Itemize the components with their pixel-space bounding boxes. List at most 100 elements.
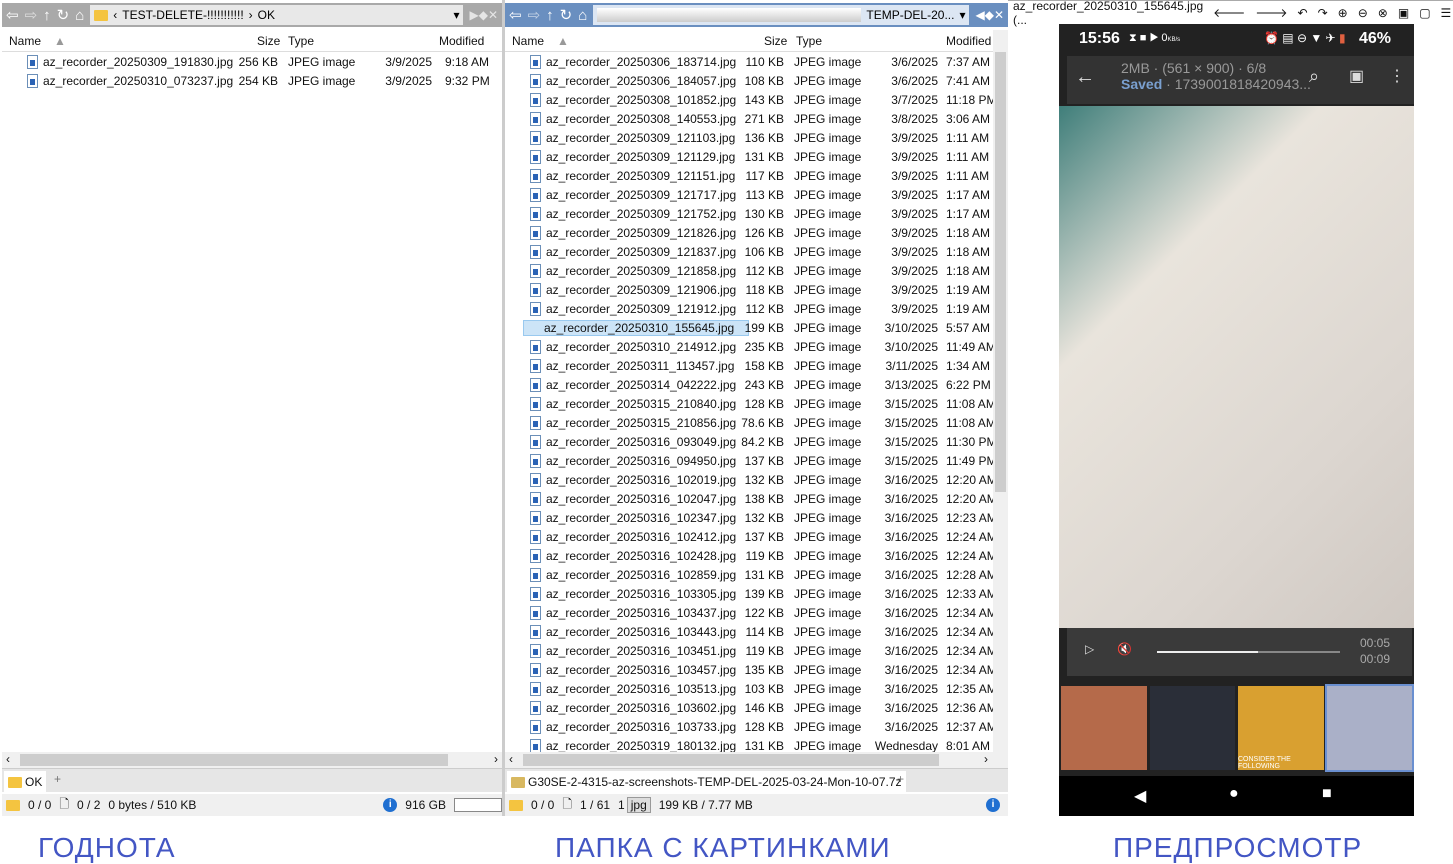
file-size: 143 KB [744, 93, 784, 107]
file-row[interactable]: az_recorder_20250316_102428.jpg 119 KB JPE… [505, 547, 993, 566]
file-row[interactable]: az_recorder_20250309_121151.jpg 117 KB JPE… [505, 167, 993, 186]
back-icon[interactable]: ⇦ [509, 6, 522, 24]
file-row[interactable]: az_recorder_20250310_214912.jpg 235 KB JPE… [505, 338, 993, 357]
file-row[interactable]: az_recorder_20250316_103733.jpg 128 KB JPE… [505, 718, 993, 737]
panel-controls-icon[interactable]: ◀◆✕ [975, 8, 1008, 22]
up-icon[interactable]: ↑ [546, 7, 554, 24]
tab-ok[interactable]: OK [4, 771, 47, 793]
file-row[interactable]: az_recorder_20250315_210840.jpg 128 KB JPE… [505, 395, 993, 414]
column-size[interactable]: Size [257, 34, 280, 48]
file-row[interactable]: az_recorder_20250306_183714.jpg 110 KB JPE… [505, 53, 993, 72]
fullscreen-icon[interactable]: ▢ [1419, 6, 1430, 20]
home-icon[interactable]: ⌂ [578, 7, 587, 24]
rotate-right-icon[interactable]: ↷ [1318, 6, 1328, 20]
right-address-field[interactable]: TEMP-DEL-20... ▾ [593, 5, 970, 25]
file-row[interactable]: az_recorder_20250316_102019.jpg 132 KB JPE… [505, 471, 993, 490]
dropdown-icon[interactable]: ▾ [453, 8, 459, 22]
left-tab-bar: OK + [2, 768, 502, 793]
prev-icon[interactable]: 🡐 [1213, 5, 1245, 20]
left-address-field[interactable]: ‹ TEST-DELETE-!!!!!!!!!!! › OK ▾ [90, 5, 464, 25]
jpeg-file-icon [530, 93, 541, 107]
menu-icon[interactable]: ☰ [1441, 6, 1452, 20]
forward-icon[interactable]: ⇨ [528, 6, 541, 24]
file-row[interactable]: az_recorder_20250309_191830.jpg 256 KB JPE… [2, 53, 502, 72]
file-row[interactable]: az_recorder_20250319_180132.jpg 131 KB JPE… [505, 737, 993, 752]
jpeg-file-icon [530, 739, 541, 752]
file-size: 131 KB [744, 739, 784, 752]
file-row[interactable]: az_recorder_20250309_121906.jpg 118 KB JPE… [505, 281, 993, 300]
file-row[interactable]: az_recorder_20250316_103305.jpg 139 KB JPE… [505, 585, 993, 604]
file-row[interactable]: az_recorder_20250316_103457.jpg 135 KB JPE… [505, 661, 993, 680]
jpeg-file-icon [530, 226, 541, 240]
column-type[interactable]: Type [288, 34, 314, 48]
rotate-left-icon[interactable]: ↶ [1298, 6, 1308, 20]
back-icon[interactable]: ⇦ [6, 6, 19, 24]
file-row[interactable]: az_recorder_20250316_102859.jpg 131 KB JPE… [505, 566, 993, 585]
file-row[interactable]: az_recorder_20250316_094950.jpg 137 KB JPE… [505, 452, 993, 471]
free-space: 916 GB [405, 798, 446, 812]
file-row[interactable]: az_recorder_20250315_210856.jpg 78.6 KB JP… [505, 414, 993, 433]
column-size[interactable]: Size [764, 34, 787, 48]
file-row[interactable]: az_recorder_20250316_102047.jpg 138 KB JPE… [505, 490, 993, 509]
file-date: 3/11/2025 [885, 359, 939, 373]
path-part[interactable]: TEMP-DEL-20... [866, 8, 954, 22]
home-icon[interactable]: ⌂ [75, 7, 84, 24]
tab-archive[interactable]: G30SE-2-4315-az-screenshots-TEMP-DEL-202… [507, 771, 906, 793]
file-row[interactable]: az_recorder_20250316_103443.jpg 114 KB JPE… [505, 623, 993, 642]
left-horizontal-scrollbar[interactable]: ‹ › [2, 752, 502, 768]
panel-controls-icon[interactable]: ▶◆✕ [469, 8, 502, 22]
forward-icon[interactable]: ⇨ [25, 6, 38, 24]
file-row[interactable]: az_recorder_20250310_073237.jpg 254 KB JPE… [2, 72, 502, 91]
right-horizontal-scrollbar[interactable]: ‹ › [505, 752, 1008, 768]
file-row[interactable]: az_recorder_20250310_155645.jpg 199 KB JPE… [505, 319, 993, 338]
file-row[interactable]: az_recorder_20250316_103437.jpg 122 KB JPE… [505, 604, 993, 623]
column-modified[interactable]: Modified [439, 34, 484, 48]
up-icon[interactable]: ↑ [43, 7, 51, 24]
file-row[interactable]: az_recorder_20250316_103513.jpg 103 KB JPE… [505, 680, 993, 699]
file-row[interactable]: az_recorder_20250309_121837.jpg 106 KB JPE… [505, 243, 993, 262]
file-row[interactable]: az_recorder_20250306_184057.jpg 108 KB JPE… [505, 72, 993, 91]
dropdown-icon[interactable]: ▾ [959, 8, 965, 22]
zoom-reset-icon[interactable]: ⊗ [1378, 6, 1388, 20]
file-row[interactable]: az_recorder_20250309_121129.jpg 131 KB JPE… [505, 148, 993, 167]
add-tab-button[interactable]: + [54, 772, 61, 786]
info-icon[interactable]: i [383, 798, 398, 812]
file-row[interactable]: az_recorder_20250309_121912.jpg 112 KB JPE… [505, 300, 993, 319]
fit-icon[interactable]: ▣ [1398, 6, 1409, 20]
column-modified[interactable]: Modified [946, 34, 991, 48]
folder-icon [6, 799, 20, 811]
file-time: 1:19 AM [946, 302, 991, 316]
file-name: az_recorder_20250309_121858.jpg [546, 264, 737, 278]
ext-badge[interactable]: jpg [626, 797, 651, 813]
column-type[interactable]: Type [796, 34, 822, 48]
path-part[interactable]: OK [258, 8, 275, 22]
zoom-out-icon[interactable]: ⊖ [1358, 6, 1368, 20]
file-row[interactable]: az_recorder_20250308_140553.jpg 271 KB JPE… [505, 110, 993, 129]
file-row[interactable]: az_recorder_20250311_113457.jpg 158 KB JPE… [505, 357, 993, 376]
file-row[interactable]: az_recorder_20250309_121752.jpg 130 KB JPE… [505, 205, 993, 224]
zoom-in-icon[interactable]: ⊕ [1338, 6, 1348, 20]
next-icon[interactable]: 🡒 [1255, 5, 1287, 20]
refresh-icon[interactable]: ↻ [560, 6, 573, 24]
file-row[interactable]: az_recorder_20250309_121826.jpg 126 KB JPE… [505, 224, 993, 243]
file-row[interactable]: az_recorder_20250308_101852.jpg 143 KB JPE… [505, 91, 993, 110]
add-tab-button[interactable]: + [897, 772, 904, 786]
file-row[interactable]: az_recorder_20250316_093049.jpg 84.2 KB JP… [505, 433, 993, 452]
right-vertical-scrollbar[interactable] [993, 30, 1008, 752]
jpeg-file-icon [530, 55, 541, 69]
file-row[interactable]: az_recorder_20250314_042222.jpg 243 KB JPE… [505, 376, 993, 395]
info-icon[interactable]: i [986, 798, 1000, 812]
path-part[interactable]: TEST-DELETE-!!!!!!!!!!! [122, 8, 243, 22]
file-row[interactable]: az_recorder_20250309_121103.jpg 136 KB JPE… [505, 129, 993, 148]
file-row[interactable]: az_recorder_20250316_103602.jpg 146 KB JPE… [505, 699, 993, 718]
column-name[interactable]: Name [512, 34, 544, 48]
refresh-icon[interactable]: ↻ [57, 6, 70, 24]
file-row[interactable]: az_recorder_20250316_102412.jpg 137 KB JPE… [505, 528, 993, 547]
file-row[interactable]: az_recorder_20250309_121858.jpg 112 KB JPE… [505, 262, 993, 281]
file-name: az_recorder_20250310_073237.jpg [43, 74, 234, 88]
file-row[interactable]: az_recorder_20250316_102347.jpg 132 KB JPE… [505, 509, 993, 528]
file-row[interactable]: az_recorder_20250309_121717.jpg 113 KB JPE… [505, 186, 993, 205]
file-row[interactable]: az_recorder_20250316_103451.jpg 119 KB JPE… [505, 642, 993, 661]
file-size: 137 KB [744, 454, 784, 468]
column-name[interactable]: Name [9, 34, 41, 48]
